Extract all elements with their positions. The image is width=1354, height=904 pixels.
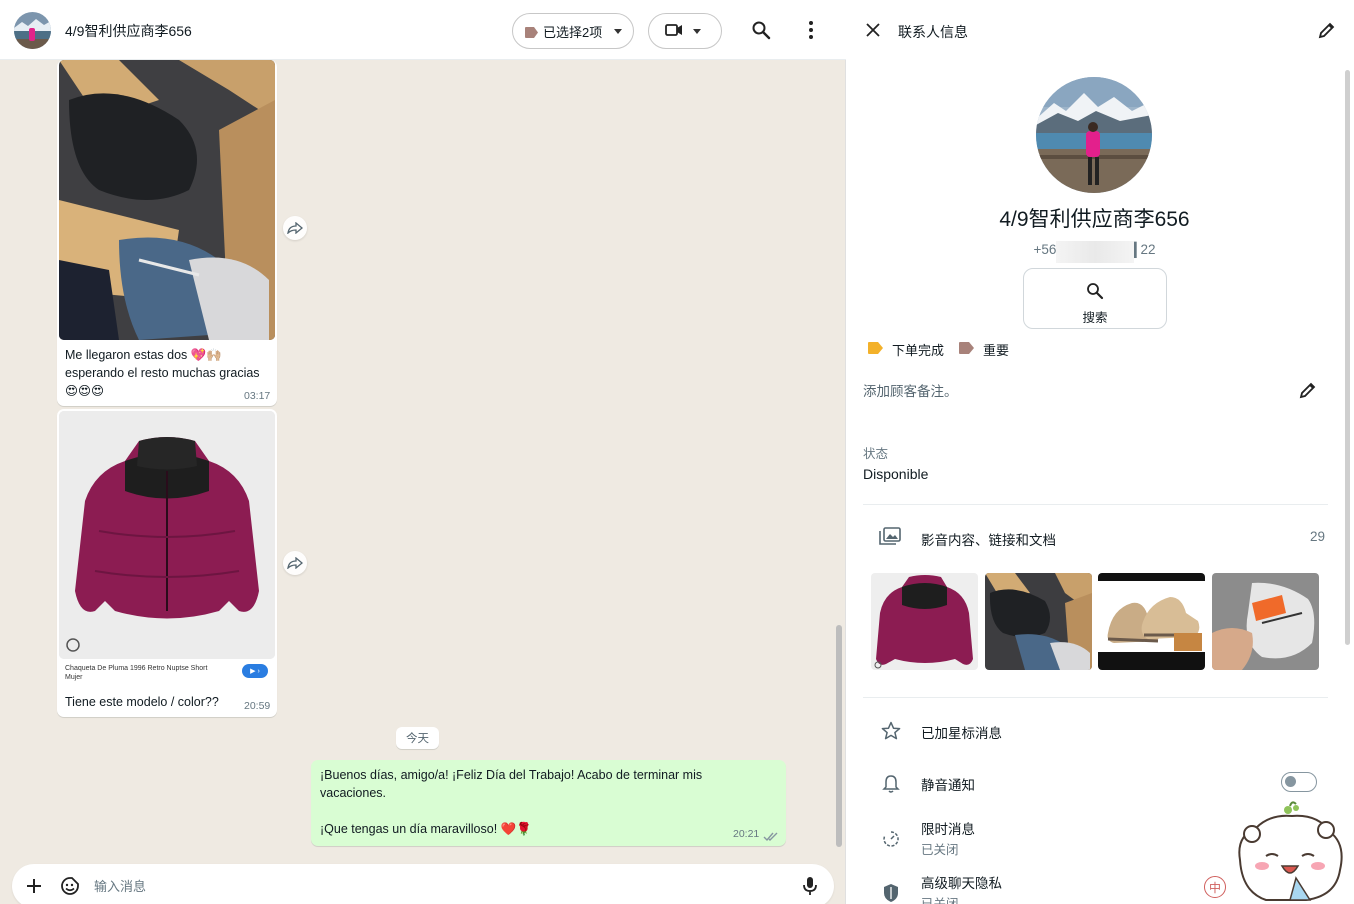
message-text-line: ¡Buenos días, amigo/a! ¡Feliz Día del Tr… — [320, 768, 703, 782]
labels-filter-button[interactable]: 已选择2项 — [512, 13, 634, 49]
media-count: 29 — [1309, 529, 1325, 544]
shield-icon — [879, 881, 903, 904]
label-chip-text: 重要 — [983, 343, 1010, 358]
label-chip-text: 下单完成 — [892, 343, 945, 358]
media-links-docs-row[interactable]: 影音内容、链接和文档 29 — [863, 520, 1328, 554]
video-call-button[interactable] — [648, 13, 722, 49]
chat-pane: 4/9智利供应商李656 已选择2项 Me llegaron estas dos… — [0, 0, 846, 904]
message-composer — [12, 864, 834, 904]
forward-icon[interactable] — [283, 216, 307, 240]
message-text-line: esperando el resto muchas gracias — [65, 366, 260, 380]
chevron-down-icon — [693, 28, 701, 34]
status-heading: 状态 — [863, 447, 889, 461]
customer-note-field[interactable]: 添加顾客备注。 — [863, 380, 958, 400]
search-label: 搜索 — [1082, 311, 1108, 325]
incoming-message[interactable]: Chaqueta De Pluma 1996 Retro Nuptse Shor… — [57, 409, 277, 717]
date-divider: 今天 — [396, 727, 439, 749]
forward-icon[interactable] — [283, 551, 307, 575]
disappearing-messages-label: 限时消息 — [921, 822, 975, 837]
search-in-chat-button[interactable]: 搜索 — [1023, 268, 1167, 329]
microphone-icon[interactable] — [798, 874, 822, 898]
media-thumbnail[interactable] — [871, 573, 978, 670]
divider — [863, 504, 1328, 505]
contact-avatar[interactable] — [14, 12, 51, 49]
chat-scrollbar[interactable] — [836, 625, 842, 847]
message-text-line: ¡Que tengas un día maravilloso! ❤️🌹 — [320, 822, 532, 836]
disappearing-messages-value: 已关闭 — [921, 843, 959, 857]
label-tag-icon — [959, 342, 974, 357]
contact-name: 4/9智利供应商李656 — [999, 208, 1190, 231]
starred-messages-label: 已加星标消息 — [921, 726, 1002, 741]
message-text: Tiene este modelo / color?? — [65, 695, 219, 709]
link-preview-title: Chaqueta De Pluma 1996 Retro Nuptse Shor… — [65, 665, 208, 681]
label-tag-icon — [868, 342, 883, 357]
incoming-message[interactable]: Me llegaron estas dos 💖🙌🏼 esperando el r… — [57, 60, 277, 406]
message-input[interactable] — [94, 874, 694, 898]
message-text-line: Me llegaron estas dos 💖🙌🏼 — [65, 348, 222, 362]
media-label: 影音内容、链接和文档 — [921, 533, 1056, 548]
starred-messages-item[interactable]: 已加星标消息 — [863, 719, 1328, 743]
label-chip-order-complete[interactable]: 下单完成 — [868, 340, 944, 359]
close-icon[interactable] — [861, 18, 885, 42]
link-preview-image[interactable] — [59, 411, 275, 659]
mascot-sticker — [1226, 800, 1354, 904]
contact-profile-photo[interactable] — [1036, 77, 1152, 193]
bell-icon — [879, 772, 903, 796]
contact-info-panel: 联系人信息 4/9智利供应商李656 +56 ████████ 22 搜索 — [846, 0, 1354, 904]
more-options-icon[interactable] — [799, 18, 823, 42]
outgoing-message[interactable]: ¡Buenos días, amigo/a! ¡Feliz Día del Tr… — [311, 760, 786, 846]
message-time: 03:17 — [244, 390, 271, 402]
input-method-badge[interactable]: 中 — [1204, 876, 1226, 898]
phone-redaction — [1056, 241, 1134, 263]
contact-info-scrollbar[interactable] — [1345, 70, 1350, 645]
mute-notifications-label: 静音通知 — [921, 778, 975, 793]
label-tag-icon — [525, 26, 538, 38]
chat-title[interactable]: 4/9智利供应商李656 — [65, 21, 192, 41]
link-preview-button[interactable]: ▶ › — [242, 664, 268, 678]
message-time: 20:59 — [244, 700, 271, 712]
chat-header: 4/9智利供应商李656 已选择2项 — [0, 0, 846, 60]
divider — [863, 697, 1328, 698]
contact-info-title: 联系人信息 — [898, 24, 968, 40]
search-icon[interactable] — [749, 18, 773, 42]
edit-note-pencil-icon[interactable] — [1296, 378, 1320, 402]
message-text-line: vacaciones. — [320, 786, 387, 800]
timer-icon — [879, 827, 903, 851]
edit-pencil-icon[interactable] — [1315, 18, 1339, 42]
media-thumbnail[interactable] — [1098, 573, 1205, 670]
message-image[interactable] — [59, 60, 275, 340]
message-emoji-line: 😍😍😍 — [65, 384, 105, 398]
mute-notifications-item[interactable]: 静音通知 — [863, 772, 1328, 796]
advanced-chat-privacy-label: 高级聊天隐私 — [921, 876, 1002, 891]
toggle-knob — [1285, 776, 1296, 787]
video-camera-icon — [665, 23, 683, 40]
attach-plus-icon[interactable] — [22, 874, 46, 898]
message-time: 20:21 — [733, 828, 760, 840]
label-chip-important[interactable]: 重要 — [959, 340, 1009, 359]
star-icon — [879, 719, 903, 743]
media-thumbnail[interactable] — [1212, 573, 1319, 670]
status-value: Disponible — [863, 466, 929, 482]
search-icon — [1086, 282, 1104, 305]
emoji-sticker-icon[interactable] — [58, 874, 82, 898]
labels-filter-text: 已选择2项 — [543, 24, 603, 40]
mute-toggle[interactable] — [1281, 772, 1317, 792]
advanced-chat-privacy-value: 已关闭 — [921, 897, 959, 904]
contact-info-header: 联系人信息 — [846, 0, 1354, 60]
media-thumbnail[interactable] — [985, 573, 1092, 670]
read-receipt-icon — [763, 829, 779, 847]
media-gallery-icon — [879, 527, 901, 550]
chevron-down-icon — [614, 28, 623, 34]
